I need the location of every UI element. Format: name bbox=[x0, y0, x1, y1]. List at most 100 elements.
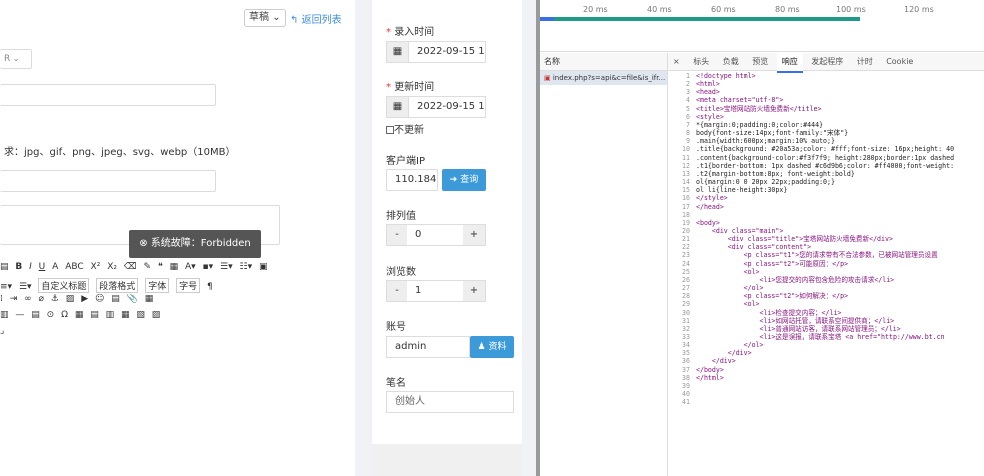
sort-stepper[interactable]: -0 + bbox=[386, 224, 486, 246]
profile-button-label: 资料 bbox=[488, 342, 507, 352]
unlink-icon[interactable]: ⌀ bbox=[39, 294, 44, 304]
paragraph-format-select[interactable]: 段落格式 bbox=[96, 278, 139, 293]
paste-icon[interactable]: ▦ bbox=[170, 262, 179, 272]
strikethrough-button[interactable]: A bbox=[52, 262, 58, 272]
map-icon[interactable]: ▦ bbox=[145, 294, 154, 304]
close-icon[interactable]: × bbox=[668, 53, 685, 71]
date-icon[interactable]: ▤ bbox=[31, 310, 40, 320]
line-number: 14 bbox=[682, 178, 690, 187]
hr-icon[interactable]: — bbox=[15, 310, 24, 320]
attachment-icon[interactable]: 📎 bbox=[127, 294, 138, 304]
increment-button[interactable]: + bbox=[463, 225, 485, 245]
no-update-checkbox-row[interactable]: 不更新 bbox=[386, 121, 424, 136]
profile-button[interactable]: ♟ 资料 bbox=[470, 336, 514, 358]
line-height-icon[interactable]: ☰▾ bbox=[19, 282, 32, 292]
template-select[interactable]: 草稿 ⌄ bbox=[244, 9, 286, 27]
code-line: 16 </style> bbox=[668, 194, 984, 202]
decrement-button[interactable]: - bbox=[387, 225, 407, 245]
ordered-list-icon[interactable]: ☰▾ bbox=[220, 262, 233, 272]
update-time-field[interactable]: ▦ 2022-09-15 1: bbox=[386, 96, 486, 118]
font-color-icon[interactable]: A▾ bbox=[185, 262, 196, 272]
superscript-button[interactable]: X² bbox=[91, 262, 101, 272]
font-family-select[interactable]: 字体 bbox=[145, 278, 170, 293]
code-text: body{font-size:14px;font-family:"宋体"} bbox=[696, 129, 849, 138]
image-icon[interactable]: ▨ bbox=[66, 294, 75, 304]
indent-icon[interactable]: ⇥ bbox=[10, 294, 18, 304]
delete-row-icon[interactable]: ▥ bbox=[106, 310, 115, 320]
timeline-bar-start bbox=[540, 17, 554, 21]
time-icon[interactable]: ⊙ bbox=[47, 310, 55, 320]
back-to-list-link[interactable]: ↰ 返回列表 bbox=[290, 11, 342, 26]
tab-response[interactable]: 响应 bbox=[776, 53, 803, 73]
query-button[interactable]: ➔ 查询 bbox=[442, 169, 486, 191]
brush-icon[interactable]: ✎ bbox=[143, 262, 151, 272]
update-time-value: 2022-09-15 1: bbox=[417, 101, 486, 112]
tb-item-1[interactable]: ▤ bbox=[0, 262, 9, 272]
special-char-button[interactable]: Ω bbox=[61, 310, 68, 320]
sort-label: 排列值 bbox=[386, 211, 416, 222]
bg-color-icon[interactable]: ▪▾ bbox=[203, 262, 214, 272]
anchor-icon[interactable]: ⚓ bbox=[51, 294, 59, 304]
font-size-select[interactable]: 字号 bbox=[176, 278, 201, 293]
select-field[interactable]: R ⌄ bbox=[0, 49, 32, 69]
insert-col-icon[interactable]: ▦ bbox=[121, 310, 130, 320]
emoji-icon[interactable]: ☺ bbox=[95, 294, 104, 304]
code-line: 24 <p class="t2">可能原因：</p> bbox=[668, 260, 984, 268]
italic-button[interactable]: I bbox=[29, 262, 32, 272]
fullscreen-icon[interactable]: ▣ bbox=[259, 262, 268, 272]
entry-time-field[interactable]: ▦ 2022-09-15 1: bbox=[386, 41, 486, 63]
tab-payload[interactable]: 负载 bbox=[718, 53, 744, 71]
tab-headers[interactable]: 标头 bbox=[688, 53, 714, 71]
unordered-list-icon[interactable]: ☷▾ bbox=[240, 262, 253, 272]
link-icon[interactable]: ∞ bbox=[24, 294, 32, 304]
bold-button[interactable]: B bbox=[15, 262, 22, 272]
code-line: 38 </html> bbox=[668, 374, 984, 382]
code-text: </head> bbox=[696, 202, 724, 211]
no-update-checkbox[interactable] bbox=[386, 126, 394, 134]
author-field[interactable]: 创始人 bbox=[386, 391, 514, 413]
increment-button[interactable]: + bbox=[463, 281, 485, 301]
align-icon[interactable]: ⁞ bbox=[0, 294, 3, 304]
tab-timing[interactable]: 计时 bbox=[852, 53, 878, 71]
table-icon[interactable]: ▦ bbox=[75, 310, 84, 320]
quote-icon[interactable]: ❝ bbox=[158, 262, 163, 272]
source-icon[interactable]: ⌟ bbox=[0, 326, 4, 336]
direction-icon[interactable]: ¶ bbox=[207, 282, 213, 292]
views-stepper[interactable]: -1 + bbox=[386, 280, 486, 302]
code-text: </div> bbox=[696, 349, 752, 358]
tab-initiator[interactable]: 发起程序 bbox=[806, 53, 848, 71]
code-line: 9 .main{width:600px;margin:10% auto;} bbox=[668, 137, 984, 145]
file-icon: ▣ bbox=[544, 74, 551, 82]
pagebreak-icon[interactable]: ▥ bbox=[0, 310, 9, 320]
detail-tabs: × 标头 负载 预览 响应 发起程序 计时 Cookie bbox=[668, 53, 984, 73]
author-label: 笔名 bbox=[386, 378, 406, 389]
text-input-1[interactable] bbox=[0, 84, 216, 106]
split-cells-icon[interactable]: ▨ bbox=[152, 310, 161, 320]
sort-value: 0 bbox=[415, 229, 422, 240]
merge-cells-icon[interactable]: ▧ bbox=[136, 310, 145, 320]
eraser-icon[interactable]: ⌫ bbox=[124, 262, 137, 272]
underline-button[interactable]: U bbox=[39, 262, 46, 272]
line-number: 40 bbox=[682, 390, 690, 399]
account-field[interactable]: admin bbox=[386, 336, 470, 358]
code-line: 36 </div> bbox=[668, 357, 984, 365]
insert-row-icon[interactable]: ▤ bbox=[90, 310, 99, 320]
video-icon[interactable]: ▶ bbox=[81, 294, 88, 304]
tab-cookie[interactable]: Cookie bbox=[881, 53, 918, 71]
client-ip-field[interactable]: 110.184.2 bbox=[386, 169, 438, 191]
code-text: </div> bbox=[696, 357, 736, 366]
line-number: 3 bbox=[686, 88, 690, 97]
request-row[interactable]: ▣ index.php?s=api&c=file&is_ifr... bbox=[540, 71, 667, 85]
decrement-button[interactable]: - bbox=[387, 281, 407, 301]
code-icon[interactable]: ▤ bbox=[111, 294, 120, 304]
code-text: <meta charset="utf-8"> bbox=[696, 96, 784, 105]
subscript-button[interactable]: X₂ bbox=[107, 262, 117, 272]
code-text: <title>宝塔网站防火墙免费新</title> bbox=[696, 104, 822, 113]
entry-time-label: * 录入时间 bbox=[386, 27, 435, 38]
tab-preview[interactable]: 预览 bbox=[747, 53, 773, 71]
custom-title-select[interactable]: 自定义标题 bbox=[38, 278, 90, 293]
font-border-button[interactable]: ABC bbox=[65, 262, 83, 272]
views-label: 浏览数 bbox=[386, 267, 416, 278]
text-input-2[interactable] bbox=[0, 170, 216, 192]
row-spacing-icon[interactable]: ≡▾ bbox=[0, 282, 12, 292]
